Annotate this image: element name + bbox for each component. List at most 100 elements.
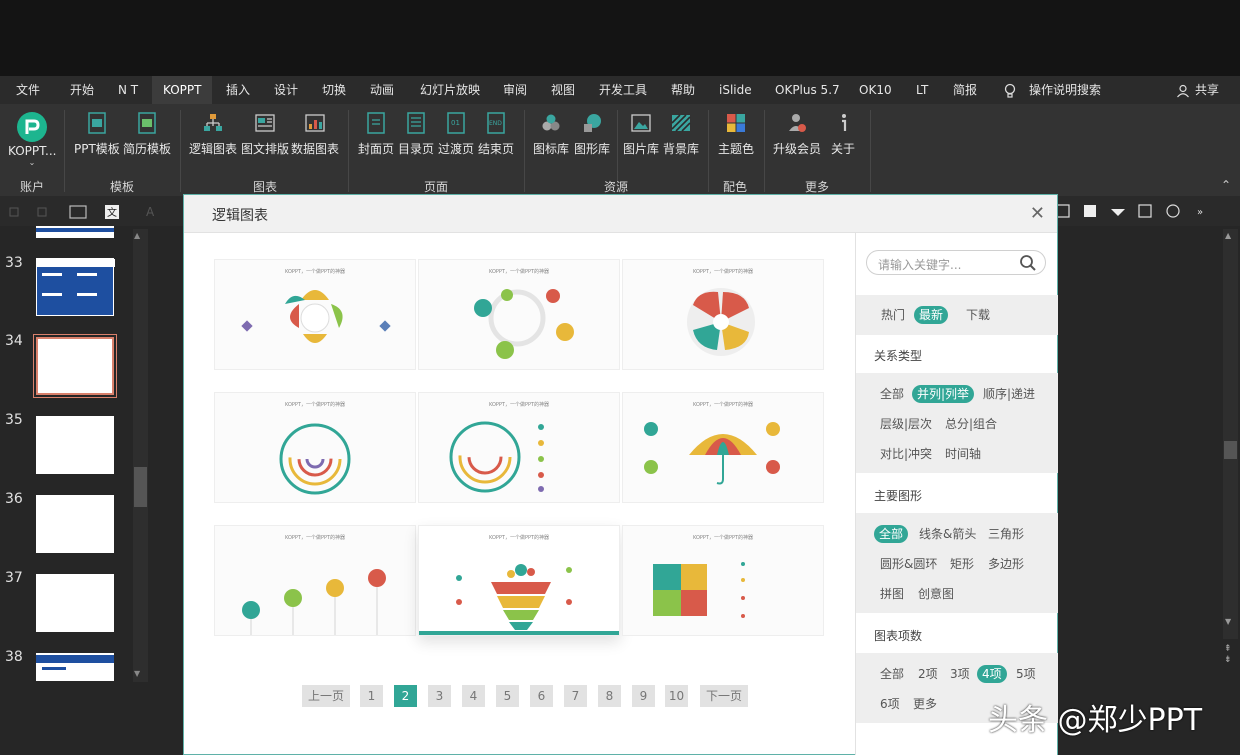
relation-parallel[interactable]: 并列|列举 xyxy=(912,385,975,403)
page-button[interactable]: 1 xyxy=(360,685,383,707)
search-input[interactable]: 请输入关键字... xyxy=(866,250,1046,275)
menu-ok10[interactable]: OK10 xyxy=(859,76,892,104)
theme-color-button[interactable]: 主题色 xyxy=(718,112,754,157)
page-button-current[interactable]: 2 xyxy=(394,685,417,707)
about-button[interactable]: 关于 xyxy=(831,112,855,157)
menu-islide[interactable]: iSlide xyxy=(719,76,752,104)
page-button[interactable]: 10 xyxy=(665,685,688,707)
menu-design[interactable]: 设计 xyxy=(274,76,298,104)
close-icon[interactable]: ✕ xyxy=(1030,203,1045,224)
count-3[interactable]: 3项 xyxy=(950,665,970,683)
menu-view[interactable]: 视图 xyxy=(551,76,575,104)
count-5[interactable]: 5项 xyxy=(1016,665,1036,683)
ppt-template-button[interactable]: PPT模板 xyxy=(74,112,120,157)
menu-insert[interactable]: 插入 xyxy=(226,76,250,104)
background-library-button[interactable]: 背景库 xyxy=(663,112,699,157)
shape-creative[interactable]: 创意图 xyxy=(918,585,954,603)
slide-thumb-35[interactable] xyxy=(36,416,114,474)
menu-lt[interactable]: LT xyxy=(916,76,928,104)
shape-puzzle[interactable]: 拼图 xyxy=(880,585,904,603)
menu-nt[interactable]: N T xyxy=(118,76,138,104)
template-card[interactable]: KOPPT，一个做PPT的神器 xyxy=(622,525,824,636)
page-button[interactable]: 7 xyxy=(564,685,587,707)
image-library-button[interactable]: 图片库 xyxy=(623,112,659,157)
menu-brief[interactable]: 简报 xyxy=(953,76,977,104)
relation-all[interactable]: 全部 xyxy=(880,385,904,403)
shape-polygon[interactable]: 多边形 xyxy=(988,555,1024,573)
count-2[interactable]: 2项 xyxy=(918,665,938,683)
koppt-account-button[interactable]: KOPPT... ⌄ xyxy=(8,112,56,167)
shape-library-button[interactable]: 图形库 xyxy=(574,112,610,157)
template-card[interactable]: KOPPT，一个做PPT的神器 xyxy=(622,392,824,503)
menu-file[interactable]: 文件 xyxy=(16,76,40,104)
relation-sequence[interactable]: 顺序|递进 xyxy=(983,385,1035,403)
share-button[interactable]: 共享 xyxy=(1195,76,1219,104)
template-card-selected[interactable]: KOPPT，一个做PPT的神器 xyxy=(418,525,620,636)
template-card[interactable]: KOPPT，一个做PPT的神器 xyxy=(214,392,416,503)
sort-latest[interactable]: 最新 xyxy=(914,306,949,324)
shape-triangle[interactable]: 三角形 xyxy=(988,525,1024,543)
template-card[interactable]: KOPPT，一个做PPT的神器 xyxy=(418,259,620,370)
toc-page-button[interactable]: 目录页 xyxy=(398,112,434,157)
shape-rectangle[interactable]: 矩形 xyxy=(950,555,974,573)
slide-thumb-36[interactable] xyxy=(36,495,114,553)
slide-thumb-33[interactable] xyxy=(36,258,115,316)
prev-page-button[interactable]: 上一页 xyxy=(302,685,350,707)
sort-download[interactable]: 下载 xyxy=(966,306,990,324)
scroll-up-icon[interactable]: ▲ xyxy=(134,231,140,240)
page-button[interactable]: 4 xyxy=(462,685,485,707)
page-button[interactable]: 8 xyxy=(598,685,621,707)
menu-home[interactable]: 开始 xyxy=(70,76,94,104)
template-card[interactable]: KOPPT，一个做PPT的神器 xyxy=(214,259,416,370)
shape-all[interactable]: 全部 xyxy=(874,525,909,543)
tell-me-search[interactable]: 操作说明搜索 xyxy=(1029,76,1101,104)
page-button[interactable]: 5 xyxy=(496,685,519,707)
menu-koppt[interactable]: KOPPT xyxy=(152,76,213,104)
page-button[interactable]: 6 xyxy=(530,685,553,707)
page-button[interactable]: 3 xyxy=(428,685,451,707)
menu-transitions[interactable]: 切换 xyxy=(322,76,346,104)
template-card[interactable]: KOPPT，一个做PPT的神器 xyxy=(622,259,824,370)
logic-chart-button[interactable]: 逻辑图表 xyxy=(189,112,237,157)
count-6[interactable]: 6项 xyxy=(880,695,900,713)
relation-timeline[interactable]: 时间轴 xyxy=(945,445,981,463)
scroll-down-icon[interactable]: ▼ xyxy=(1225,617,1231,626)
end-page-button[interactable]: END 结束页 xyxy=(478,112,514,157)
relation-composition[interactable]: 总分|组合 xyxy=(945,415,997,433)
slide-thumb-38[interactable] xyxy=(36,653,114,681)
layout-button[interactable]: 图文排版 xyxy=(241,112,289,157)
scroll-down-icon[interactable]: ▼ xyxy=(134,669,140,678)
menu-review[interactable]: 审阅 xyxy=(503,76,527,104)
menu-okplus[interactable]: OKPlus 5.7 xyxy=(775,76,840,104)
menu-developer[interactable]: 开发工具 xyxy=(599,76,647,104)
count-all[interactable]: 全部 xyxy=(880,665,904,683)
relation-hierarchy[interactable]: 层级|层次 xyxy=(880,415,932,433)
template-card[interactable]: KOPPT，一个做PPT的神器 xyxy=(418,392,620,503)
shape-lines-arrows[interactable]: 线条&箭头 xyxy=(919,525,976,543)
template-card[interactable]: KOPPT，一个做PPT的神器 xyxy=(214,525,416,636)
shape-circle-ring[interactable]: 圆形&圆环 xyxy=(880,555,937,573)
scroll-up-icon[interactable]: ▲ xyxy=(1225,231,1231,240)
sort-hot[interactable]: 热门 xyxy=(881,306,905,324)
count-more[interactable]: 更多 xyxy=(913,695,937,713)
count-4[interactable]: 4项 xyxy=(977,665,1007,683)
icon-library-button[interactable]: 图标库 xyxy=(533,112,569,157)
thumbnail-scrollbar[interactable]: ▲ ▼ xyxy=(133,229,148,682)
slide-thumb-37[interactable] xyxy=(36,574,114,632)
data-chart-button[interactable]: 数据图表 xyxy=(291,112,339,157)
relation-contrast[interactable]: 对比|冲突 xyxy=(880,445,932,463)
format-tools-icon[interactable]: 文 A xyxy=(8,204,168,220)
slide-thumb-34-selected[interactable] xyxy=(33,334,117,398)
next-page-button[interactable]: 下一页 xyxy=(700,685,748,707)
menu-slideshow[interactable]: 幻灯片放映 xyxy=(420,76,480,104)
menu-help[interactable]: 帮助 xyxy=(671,76,695,104)
transition-page-button[interactable]: 01 过渡页 xyxy=(438,112,474,157)
shape-tools-icon[interactable]: » xyxy=(1055,203,1215,219)
slide-thumb-32[interactable] xyxy=(36,226,114,238)
editor-scrollbar[interactable]: ▲ ▼ xyxy=(1223,229,1238,639)
page-nav-icons[interactable]: ⇞ ⇟ xyxy=(1224,644,1232,666)
collapse-ribbon-icon[interactable]: ⌃ xyxy=(1221,178,1231,192)
resume-template-button[interactable]: 简历模板 xyxy=(123,112,171,157)
scroll-thumb[interactable] xyxy=(134,467,147,507)
page-button[interactable]: 9 xyxy=(632,685,655,707)
